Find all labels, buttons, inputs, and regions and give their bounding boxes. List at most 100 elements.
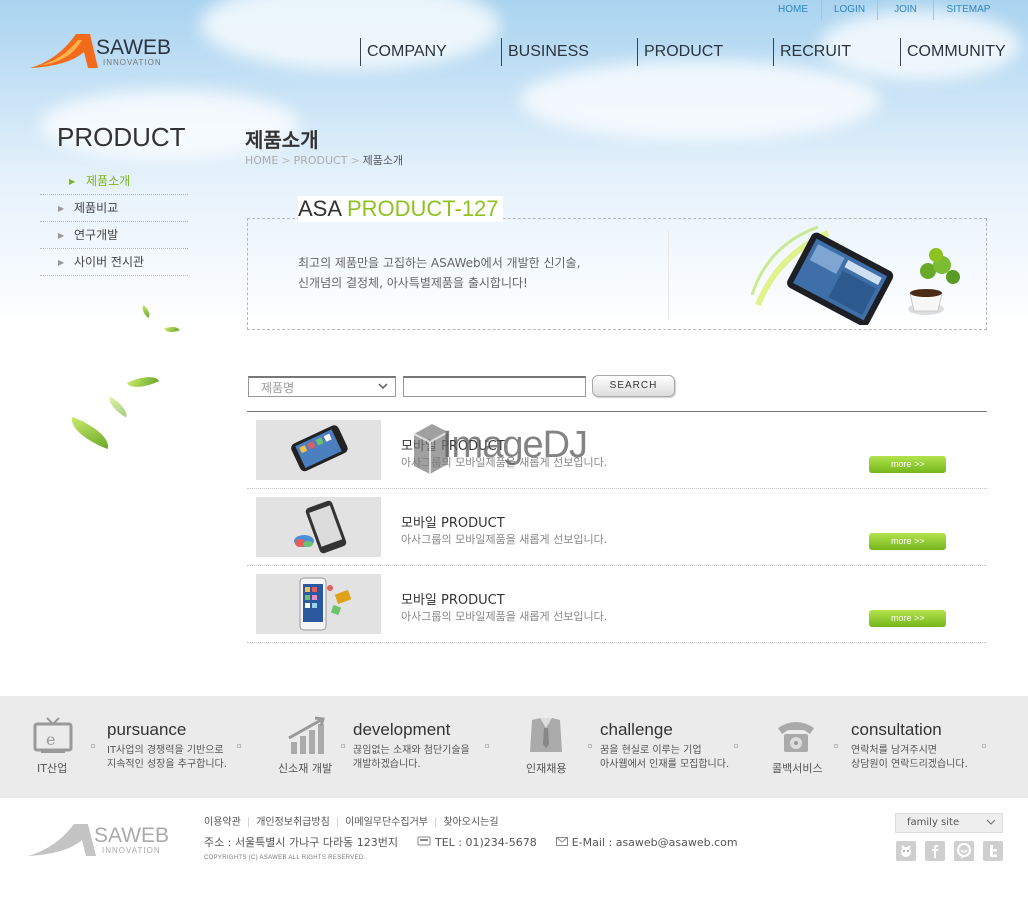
watermark-text: ImageDJ	[442, 424, 588, 466]
footer-address: 주소 : 서울특별시 가나구 다라동 123번지 TEL : 01)234-56…	[204, 834, 738, 850]
arrow-right-icon: ▶	[58, 258, 65, 267]
dot-decoration	[237, 744, 241, 748]
product-name[interactable]: 모바일 PRODUCT	[401, 512, 505, 531]
speech-bubble-glyph	[957, 843, 971, 859]
sidebar-item-research[interactable]: ▶ 연구개발	[40, 222, 188, 249]
more-button[interactable]: more >>	[869, 456, 946, 473]
separator: |	[246, 817, 251, 828]
tv-icon: e	[33, 717, 73, 753]
footer-links: 이용약관 | 개인정보취급방침 | 이메일무단수집거부 | 찾아오시는길	[204, 813, 499, 828]
footer-logo[interactable]: SAWEB INNOVATION	[26, 820, 176, 860]
blog-icon[interactable]	[896, 841, 916, 861]
logo-brand-text: SAWEB	[96, 36, 172, 59]
site-logo[interactable]: SAWEB INNOVATION	[28, 30, 178, 72]
product-description: 아사그룹의 모바일제품을 새롭게 선보입니다.	[401, 610, 608, 623]
feature-description-line: 꿈을 현실로 이루는 기업	[600, 745, 702, 756]
product-name[interactable]: 모바일 PRODUCT	[401, 589, 505, 608]
more-button[interactable]: more >>	[869, 533, 946, 550]
arrow-right-icon: ▶	[58, 231, 65, 240]
chevron-right-icon: >	[350, 154, 360, 167]
home-link[interactable]: HOME	[765, 0, 821, 20]
promo-title: ASA PRODUCT-127	[298, 196, 503, 222]
promo-text: 최고의 제품만을 고집하는 ASAWeb에서 개발한 신기술, 신개념의 결정체…	[298, 253, 580, 293]
watermark: ImageDJ	[410, 422, 620, 476]
feature-description-line: 아사웹에서 인재를 모집합니다.	[600, 759, 730, 770]
leaf-decoration	[66, 417, 114, 449]
feature-callback-service[interactable]: 콜백서비스 consultation 연락처를 남겨주시면 상담원이 연락드리겠…	[772, 696, 1012, 798]
product-description: 아사그룹의 모바일제품을 새롭게 선보입니다.	[401, 533, 608, 546]
separator: |	[335, 817, 340, 828]
sidebar-item-cyber-exhibition[interactable]: ▶ 사이버 전시관	[40, 249, 188, 276]
select-value: 제품명	[261, 381, 295, 395]
terms-link[interactable]: 이용약관	[204, 817, 241, 828]
feature-it-industry[interactable]: e IT산업 pursuance IT사업의 경쟁력을 기반으로 지속적인 성장…	[27, 696, 267, 798]
promo-title-highlight: PRODUCT-127	[346, 196, 499, 221]
nav-company[interactable]: COMPANY	[360, 38, 447, 66]
feature-description-line: 지속적인 성장을 추구합니다.	[107, 759, 227, 770]
feature-recruitment[interactable]: 인재채용 challenge 꿈을 현실로 이루는 기업 아사웹에서 인재를 모…	[522, 696, 762, 798]
feature-label: 신소재 개발	[278, 762, 333, 775]
breadcrumb: HOME > PRODUCT > 제품소개	[245, 152, 403, 168]
search-category-select[interactable]: 제품명	[248, 376, 396, 397]
privacy-link[interactable]: 개인정보취급방침	[256, 817, 330, 828]
feature-label: 콜백서비스	[772, 762, 823, 775]
search-button[interactable]: SEARCH	[592, 375, 675, 397]
product-row: 모바일 PRODUCT 아사그룹의 모바일제품을 새롭게 선보입니다. more…	[247, 566, 987, 643]
sitemap-link[interactable]: SITEMAP	[933, 0, 1003, 20]
email-policy-link[interactable]: 이메일무단수집거부	[345, 817, 428, 828]
feature-title: development	[353, 720, 451, 739]
dot-decoration	[982, 744, 986, 748]
breadcrumb-section[interactable]: PRODUCT	[294, 154, 348, 167]
facebook-glyph	[932, 845, 939, 858]
svg-text:e: e	[46, 730, 55, 749]
feature-description-line: 연락처를 남겨주시면	[851, 745, 937, 756]
nav-business[interactable]: BUSINESS	[501, 38, 589, 66]
family-site-select[interactable]: family site	[895, 813, 1003, 833]
breadcrumb-current: 제품소개	[362, 154, 404, 167]
smartphone-icon	[291, 425, 348, 472]
feature-title: pursuance	[107, 720, 187, 739]
me2day-icon[interactable]	[954, 841, 974, 861]
facebook-icon[interactable]	[925, 841, 945, 861]
product-thumbnail[interactable]	[256, 574, 381, 634]
growth-chart-icon	[288, 716, 325, 754]
login-link[interactable]: LOGIN	[821, 0, 877, 20]
separator: |	[433, 817, 438, 828]
leaf-decoration	[105, 396, 131, 418]
promo-banner: 최고의 제품만을 고집하는 ASAWeb에서 개발한 신기술, 신개념의 결정체…	[247, 218, 987, 330]
divider	[668, 231, 669, 319]
directions-link[interactable]: 찾아오시는길	[443, 817, 498, 828]
utility-nav: HOME LOGIN JOIN SITEMAP	[765, 0, 1003, 20]
nav-community[interactable]: COMMUNITY	[900, 38, 1006, 66]
arrow-right-icon: ▶	[69, 177, 76, 186]
logo-brand-text: SAWEB	[94, 824, 170, 847]
feature-title: challenge	[600, 720, 673, 739]
page-title: 제품소개	[245, 128, 319, 152]
family-site-label: family site	[907, 817, 960, 828]
feature-new-material[interactable]: 신소재 개발 development 끊임없는 소재와 첨단기술을 개발하겠습니…	[275, 696, 515, 798]
feature-label: 인재채용	[526, 762, 567, 775]
address-text: 주소 : 서울특별시 가나구 다라동 123번지	[204, 836, 398, 849]
sidebar-item-product-intro[interactable]: ▶ 제품소개	[40, 168, 188, 195]
twitter-icon[interactable]	[983, 841, 1003, 861]
dot-decoration	[485, 744, 489, 748]
dot-decoration	[734, 744, 738, 748]
breadcrumb-home[interactable]: HOME	[245, 154, 278, 167]
nav-recruit[interactable]: RECRUIT	[773, 38, 851, 66]
dot-decoration	[834, 744, 838, 748]
search-input[interactable]	[403, 376, 586, 397]
business-shirt-icon	[530, 718, 562, 752]
product-row: 모바일 PRODUCT 아사그룹의 모바일제품을 새롭게 선보입니다. more…	[247, 489, 987, 566]
product-thumbnail[interactable]	[256, 497, 381, 557]
nav-product[interactable]: PRODUCT	[637, 38, 723, 66]
feature-description-line: 개발하겠습니다.	[353, 759, 421, 770]
more-button[interactable]: more >>	[869, 610, 946, 627]
sidebar-item-product-compare[interactable]: ▶ 제품비교	[40, 195, 188, 222]
sidebar-title: PRODUCT	[57, 122, 186, 152]
product-thumbnail[interactable]	[256, 420, 381, 480]
join-link[interactable]: JOIN	[877, 0, 933, 20]
sidebar-item-label: 사이버 전시관	[74, 255, 145, 269]
logo-sub-text: INNOVATION	[102, 846, 161, 855]
cloud	[520, 60, 880, 140]
twitter-glyph	[990, 845, 997, 857]
